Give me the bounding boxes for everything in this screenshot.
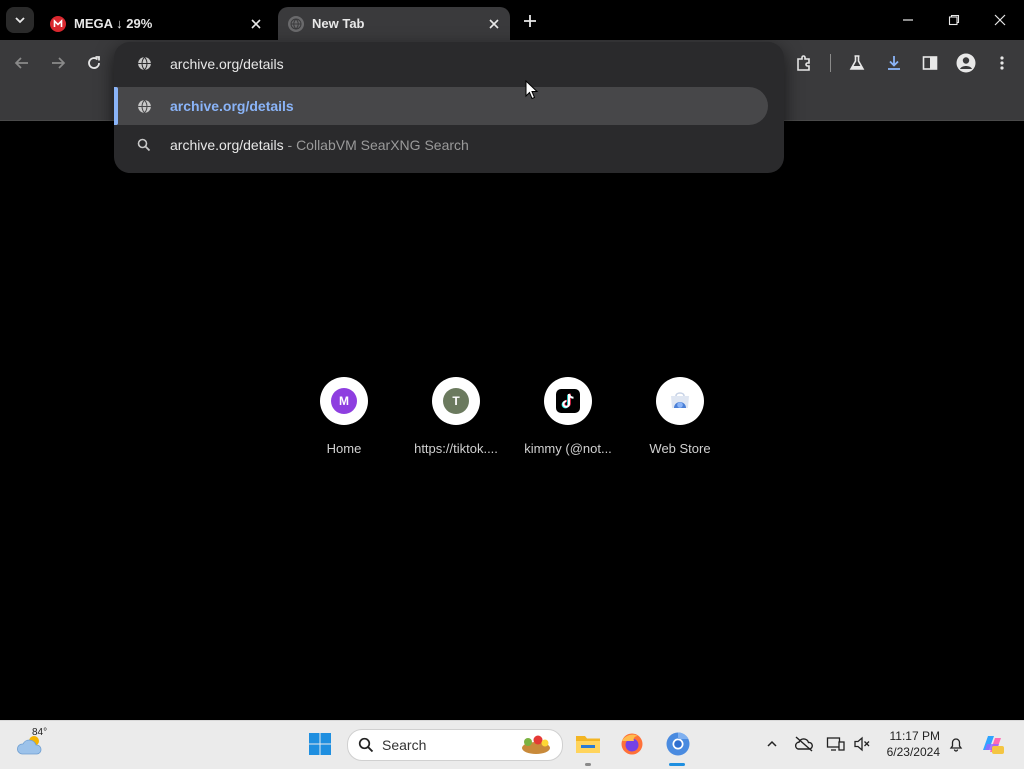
taskbar-search-input[interactable] xyxy=(382,736,502,754)
clock-date[interactable]: 6/23/2024 xyxy=(868,745,940,759)
shortcut-icon xyxy=(656,377,704,425)
puzzle-icon xyxy=(797,55,810,71)
toolbar-separator xyxy=(830,54,831,72)
weather-temperature: 84° xyxy=(32,727,48,738)
network-tray-button[interactable] xyxy=(826,734,846,754)
tab-mega[interactable]: MEGA ↓ 29% xyxy=(40,7,272,40)
notifications-button[interactable] xyxy=(946,734,966,754)
labs-button[interactable] xyxy=(845,52,869,74)
suggestion-engine: - CollabVM SearXNG Search xyxy=(283,137,469,153)
tab-title: New Tab xyxy=(312,16,365,31)
side-panel-icon xyxy=(922,56,938,70)
restore-icon xyxy=(948,14,960,26)
mega-icon xyxy=(50,15,66,32)
shortcut-icon: T xyxy=(432,377,480,425)
back-button[interactable] xyxy=(11,52,33,74)
chevron-down-icon xyxy=(15,17,25,24)
onedrive-tray-button[interactable] xyxy=(794,734,814,754)
bell-icon xyxy=(949,738,963,752)
shortcut-label: Home xyxy=(326,441,362,456)
omnibox[interactable] xyxy=(114,42,784,84)
tiktok-icon xyxy=(556,389,580,413)
profile-button[interactable] xyxy=(954,52,978,74)
active-app-indicator xyxy=(669,763,685,766)
menu-button[interactable] xyxy=(990,52,1014,74)
suggestion-query: archive.org/details xyxy=(170,137,284,153)
omnibox-suggestion[interactable]: archive.org/details xyxy=(114,87,768,125)
minimize-button[interactable] xyxy=(886,6,930,34)
downloads-button[interactable] xyxy=(882,52,906,74)
omnibox-dropdown: archive.org/details archive.org/details … xyxy=(114,42,784,173)
selection-indicator xyxy=(114,87,118,125)
shortcut-label: https://tiktok.... xyxy=(414,441,498,456)
suggestion-url: archive.org/details xyxy=(170,98,294,114)
plus-icon xyxy=(524,15,536,27)
suggestion-text: archive.org/details - CollabVM SearXNG S… xyxy=(170,137,469,153)
extensions-button[interactable] xyxy=(792,52,816,74)
side-panel-button[interactable] xyxy=(918,52,942,74)
globe-icon xyxy=(288,15,304,32)
tab-close-button[interactable] xyxy=(246,14,266,34)
shortcut-icon: M xyxy=(320,377,368,425)
tab-search-button[interactable] xyxy=(6,7,34,33)
new-tab-button[interactable] xyxy=(518,10,542,32)
chevron-up-icon xyxy=(767,740,777,747)
taskbar-search[interactable] xyxy=(347,729,563,761)
chromium-button[interactable] xyxy=(662,728,694,760)
tab-close-button[interactable] xyxy=(484,14,504,34)
shortcut-tile[interactable]: kimmy (@not... xyxy=(522,377,614,457)
network-icon xyxy=(826,737,845,751)
search-icon xyxy=(358,737,374,753)
minimize-icon xyxy=(903,19,913,21)
close-icon xyxy=(489,18,499,29)
start-button[interactable] xyxy=(304,728,336,760)
shortcut-tile[interactable]: Web Store xyxy=(634,377,726,457)
reload-button[interactable] xyxy=(83,52,105,74)
file-explorer-button[interactable] xyxy=(572,728,604,760)
omnibox-suggestion[interactable]: archive.org/details - CollabVM SearXNG S… xyxy=(114,126,784,164)
shortcut-tile[interactable]: T https://tiktok.... xyxy=(410,377,502,457)
shortcut-letter: T xyxy=(443,388,469,414)
shortcut-icon xyxy=(544,377,592,425)
reload-icon xyxy=(88,56,100,69)
restore-button[interactable] xyxy=(932,6,976,34)
arrow-left-icon xyxy=(14,57,28,69)
tab-new-tab[interactable]: New Tab xyxy=(278,7,510,40)
mouse-cursor-icon xyxy=(525,79,539,105)
globe-icon xyxy=(136,98,152,114)
web-store-icon xyxy=(668,388,692,415)
tab-title: MEGA ↓ 29% xyxy=(74,16,153,31)
firefox-icon xyxy=(621,733,643,755)
close-icon xyxy=(251,18,261,29)
avatar-icon xyxy=(956,53,976,73)
chromium-icon xyxy=(666,732,690,756)
folder-icon xyxy=(576,736,600,753)
copilot-icon xyxy=(983,736,1004,754)
close-icon xyxy=(994,14,1006,26)
globe-icon xyxy=(136,55,152,71)
shortcut-letter: M xyxy=(331,388,357,414)
arrow-right-icon xyxy=(52,57,66,69)
flask-icon xyxy=(849,55,865,70)
search-icon xyxy=(136,137,152,153)
shortcut-tile[interactable]: M Home xyxy=(298,377,390,457)
shortcut-label: kimmy (@not... xyxy=(524,441,612,456)
windows-icon xyxy=(309,733,331,755)
search-highlight-icon xyxy=(522,735,550,754)
show-hidden-icons-button[interactable] xyxy=(762,734,782,754)
close-window-button[interactable] xyxy=(978,6,1022,34)
clock-time[interactable]: 11:17 PM xyxy=(868,729,940,743)
omnibox-input[interactable] xyxy=(170,53,730,75)
more-vert-icon xyxy=(1000,56,1004,70)
forward-button[interactable] xyxy=(47,52,69,74)
download-icon xyxy=(888,56,900,70)
running-indicator xyxy=(585,763,591,766)
copilot-button[interactable] xyxy=(976,728,1008,760)
cloud-off-icon xyxy=(794,736,813,752)
firefox-button[interactable] xyxy=(616,728,648,760)
shortcut-label: Web Store xyxy=(649,441,711,456)
